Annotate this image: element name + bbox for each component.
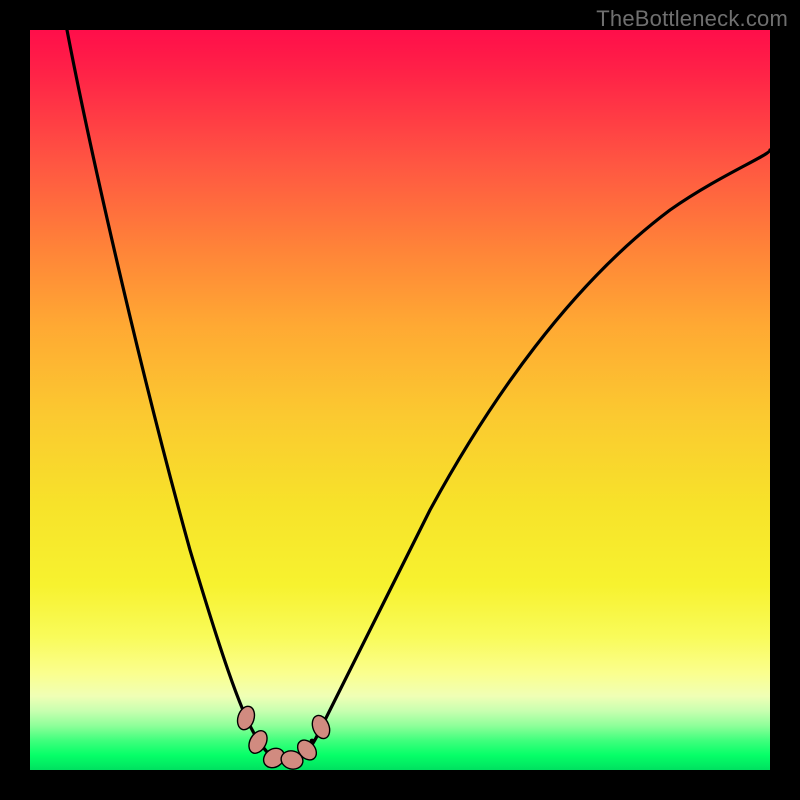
bottleneck-curve xyxy=(67,30,770,763)
curve-marker xyxy=(235,704,258,732)
curve-markers xyxy=(235,704,333,772)
attribution-text: TheBottleneck.com xyxy=(596,6,788,32)
curve-min-dot xyxy=(310,739,315,744)
chart-svg xyxy=(30,30,770,770)
curve-marker xyxy=(309,713,333,741)
